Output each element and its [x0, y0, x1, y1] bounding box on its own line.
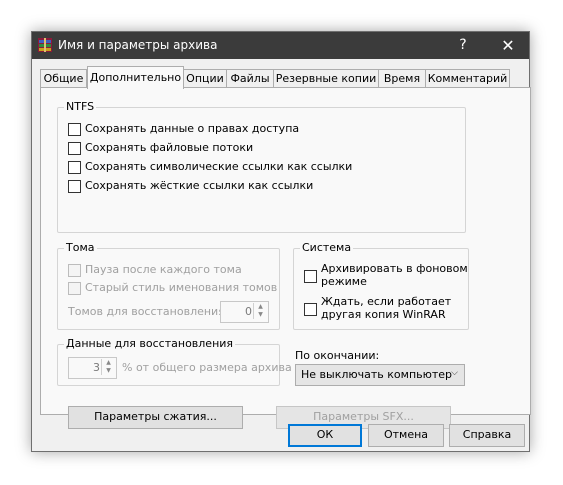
chevron-down-icon: ⌵ — [451, 368, 458, 378]
tab-time[interactable]: Время — [378, 69, 426, 88]
help-icon[interactable]: ? — [448, 32, 478, 59]
checkbox-box — [68, 180, 81, 193]
tab-files[interactable]: Файлы — [226, 69, 274, 88]
checkbox-label: Пауза после каждого тома — [85, 263, 242, 276]
wait-winrar-checkbox[interactable]: Ждать, если работает другая копия WinRAR — [304, 295, 464, 323]
recovery-percent-label: % от общего размера архива — [122, 361, 292, 374]
title-bar[interactable]: Имя и параметры архива ? ✕ — [32, 32, 529, 59]
on-finish-value: Не выключать компьютер — [301, 368, 453, 381]
tab-general[interactable]: Общие — [40, 69, 87, 88]
on-finish-label: По окончании: — [295, 349, 380, 362]
tab-backup[interactable]: Резервные копии — [273, 69, 379, 88]
wait-line-1: Ждать, если работает — [321, 295, 452, 308]
on-finish-select[interactable]: Не выключать компьютер ⌵ — [295, 364, 465, 386]
tab-advanced[interactable]: Дополнительно — [87, 66, 184, 89]
checkbox-box — [68, 161, 81, 174]
wait-line-2: другая копия WinRAR — [321, 308, 446, 321]
recovery-volumes-spinner[interactable]: 0 ▲ ▼ — [220, 301, 269, 323]
tab-comment[interactable]: Комментарий — [425, 69, 510, 88]
cancel-button[interactable]: Отмена — [368, 424, 444, 447]
winrar-icon — [38, 38, 52, 52]
checkbox-label: Ждать, если работает другая копия WinRAR — [321, 295, 451, 321]
checkbox-label: Старый стиль именования томов — [85, 281, 278, 294]
checkbox-box — [304, 270, 317, 283]
checkbox-label: Сохранять данные о правах доступа — [85, 122, 300, 135]
ntfs-group: NTFS Сохранять данные о правах доступа С… — [57, 100, 466, 233]
background-mode-checkbox[interactable]: Архивировать в фоновом режиме — [304, 262, 468, 290]
recovery-volumes-label: Томов для восстановления: — [68, 305, 229, 318]
advanced-panel: NTFS Сохранять данные о правах доступа С… — [40, 87, 531, 429]
spinner-value: 3 — [93, 361, 100, 374]
checkbox-label: Сохранять символические ссылки как ссылк… — [85, 160, 353, 173]
compression-settings-button[interactable]: Параметры сжатия... — [68, 406, 243, 429]
system-group-title: Система — [300, 241, 354, 254]
ntfs-group-title: NTFS — [64, 100, 97, 113]
ok-button[interactable]: ОК — [288, 424, 362, 447]
checkbox-label: Архивировать в фоновом режиме — [321, 262, 468, 288]
volumes-group: Тома Пауза после каждого тома Старый сти… — [57, 241, 280, 330]
checkbox-box — [304, 303, 317, 316]
background-line-1: Архивировать в фоновом — [321, 262, 468, 275]
recovery-group-title: Данные для восстановления — [64, 337, 236, 350]
window-title: Имя и параметры архива — [58, 38, 218, 52]
help-button[interactable]: Справка — [449, 424, 525, 447]
spinner-arrows-icon[interactable]: ▲ ▼ — [253, 303, 267, 319]
checkbox-box — [68, 282, 81, 295]
recovery-record-group: Данные для восстановления 3 ▲ ▼ % от обще… — [57, 337, 292, 386]
system-group: Система Архивировать в фоновом режиме Жд… — [293, 241, 469, 330]
checkbox-label: Сохранять жёсткие ссылки как ссылки — [85, 179, 314, 192]
checkbox-box — [68, 264, 81, 277]
volumes-group-title: Тома — [64, 241, 97, 254]
archive-dialog: Имя и параметры архива ? ✕ Общие Дополни… — [31, 31, 531, 452]
checkbox-label: Сохранять файловые потоки — [85, 141, 254, 154]
spinner-value: 0 — [245, 305, 252, 318]
checkbox-box — [68, 142, 81, 155]
recovery-percent-spinner[interactable]: 3 ▲ ▼ — [68, 357, 117, 379]
checkbox-box — [68, 123, 81, 136]
tab-options[interactable]: Опции — [183, 69, 227, 88]
close-icon[interactable]: ✕ — [487, 32, 529, 59]
background-line-2: режиме — [321, 275, 367, 288]
spinner-arrows-icon[interactable]: ▲ ▼ — [101, 359, 115, 375]
